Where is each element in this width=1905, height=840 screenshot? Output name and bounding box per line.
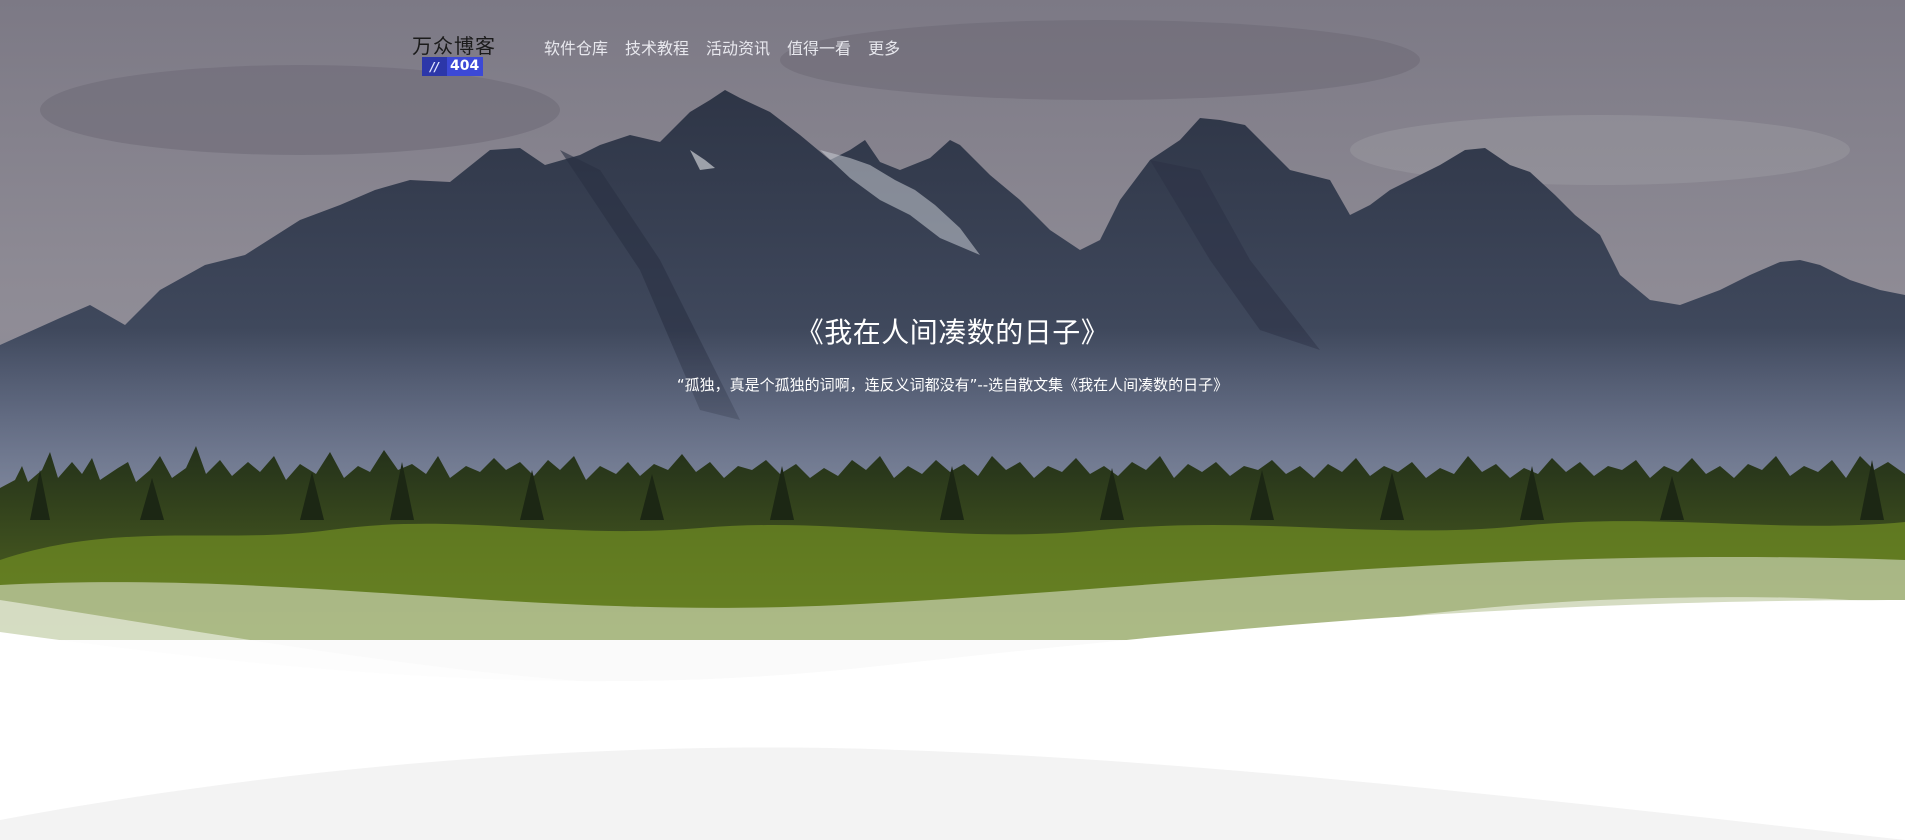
landscape-background [0,0,1905,840]
nav-item-software[interactable]: 软件仓库 [544,35,608,59]
nav-item-worth-seeing[interactable]: 值得一看 [787,35,851,59]
logo-title: 万众博客 [412,34,496,58]
main-nav: 软件仓库 技术教程 活动资讯 值得一看 更多 [544,35,900,59]
hero-quote: “孤独，真是个孤独的词啊，连反义词都没有”--选自散文集《我在人间凑数的日子》 [676,376,1229,394]
hero-headline: 《我在人间凑数的日子》 [795,316,1110,349]
nav-item-events[interactable]: 活动资讯 [706,35,770,59]
hero-banner: 万众博客 // 404 软件仓库 技术教程 活动资讯 值得一看 更多 《我在人间… [0,0,1905,840]
logo-badge-code: 404 [450,58,480,74]
site-logo[interactable]: 万众博客 // 404 [412,30,500,78]
nav-item-more[interactable]: 更多 [868,35,900,59]
logo-badge: // 404 [422,57,484,76]
top-navbar: 万众博客 // 404 软件仓库 技术教程 活动资讯 值得一看 更多 [0,0,1905,80]
logo-badge-slash: // [422,57,447,76]
nav-item-tutorials[interactable]: 技术教程 [625,35,689,59]
